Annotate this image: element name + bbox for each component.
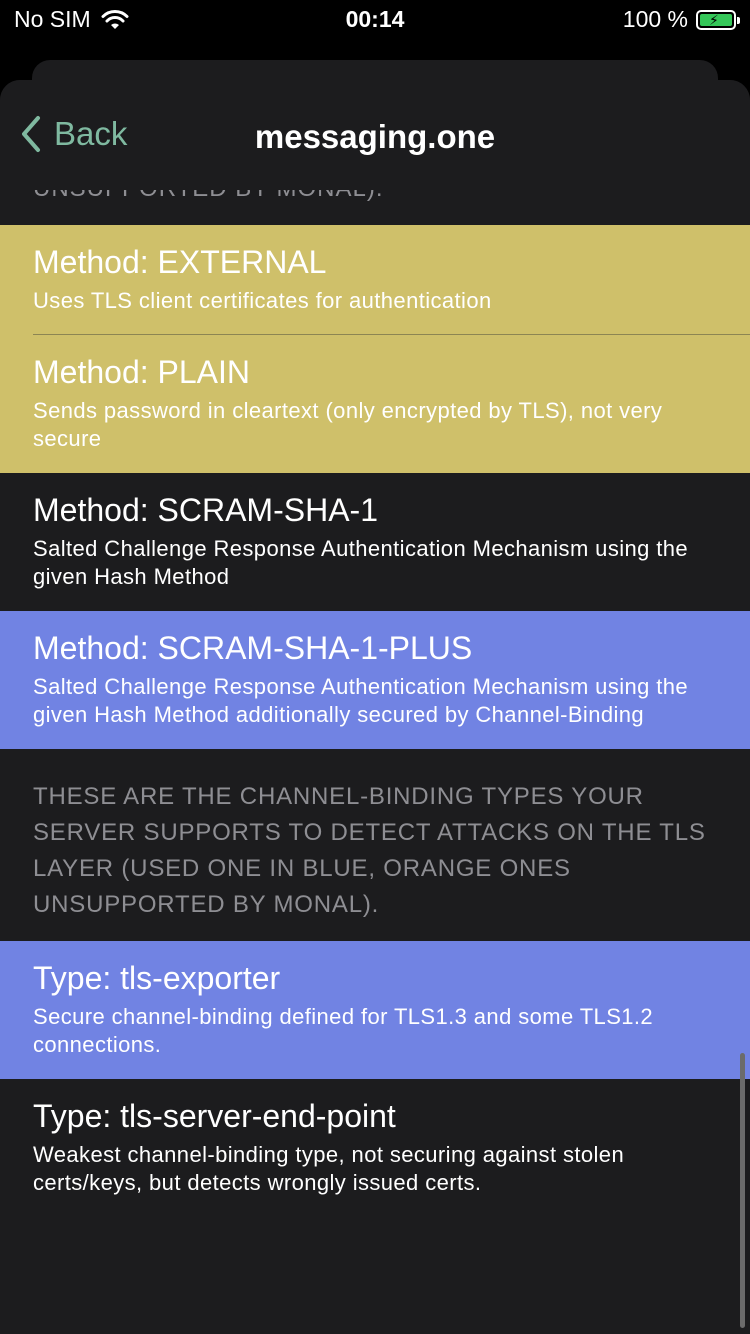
- method-scram-sha1-plus-row[interactable]: Method: SCRAM-SHA-1-PLUS Salted Challeng…: [0, 611, 750, 749]
- row-description: Secure channel-binding defined for TLS1.…: [33, 1004, 654, 1057]
- row-title: Method: SCRAM-SHA-1: [33, 492, 378, 528]
- battery-percent: 100 %: [622, 6, 688, 32]
- row-title: Type: tls-exporter: [33, 960, 281, 996]
- page-title: messaging.one: [254, 118, 496, 155]
- navigation-bar: Back messaging.one: [0, 80, 750, 190]
- row-description: Uses TLS client certificates for authent…: [33, 288, 492, 313]
- row-title: Method: EXTERNAL: [33, 244, 327, 280]
- type-tls-exporter-row[interactable]: Type: tls-exporter Secure channel-bindin…: [0, 941, 750, 1079]
- row-title: Type: tls-server-end-point: [33, 1098, 396, 1134]
- list-footer: [0, 1217, 750, 1297]
- method-scram-sha1-row[interactable]: Method: SCRAM-SHA-1 Salted Challenge Res…: [0, 473, 750, 611]
- row-title: Method: SCRAM-SHA-1-PLUS: [33, 630, 473, 666]
- scroll-indicator[interactable]: [740, 1053, 745, 1328]
- row-description: Salted Challenge Response Authentication…: [33, 536, 689, 589]
- row-title: Method: PLAIN: [33, 354, 250, 390]
- type-tls-server-end-point-row[interactable]: Type: tls-server-end-point Weakest chann…: [0, 1079, 750, 1217]
- battery-icon: ⚡: [696, 9, 740, 30]
- status-right: 100 % ⚡: [622, 6, 740, 33]
- channel-binding-section-header: THESE ARE THE CHANNEL-BINDING TYPES YOUR…: [0, 749, 750, 941]
- method-plain-row[interactable]: Method: PLAIN Sends password in cleartex…: [0, 335, 750, 473]
- status-bar: No SIM 00:14 100 % ⚡: [0, 0, 750, 44]
- modal-sheet: Back messaging.one UNSUPPORTED BY MONAL)…: [0, 80, 750, 1334]
- settings-list[interactable]: UNSUPPORTED BY MONAL). Method: EXTERNAL …: [0, 170, 750, 1297]
- row-description: Sends password in cleartext (only encryp…: [33, 398, 663, 451]
- row-description: Salted Challenge Response Authentication…: [33, 674, 689, 727]
- row-description: Weakest channel-binding type, not securi…: [33, 1142, 625, 1195]
- method-external-row[interactable]: Method: EXTERNAL Uses TLS client certifi…: [0, 225, 750, 335]
